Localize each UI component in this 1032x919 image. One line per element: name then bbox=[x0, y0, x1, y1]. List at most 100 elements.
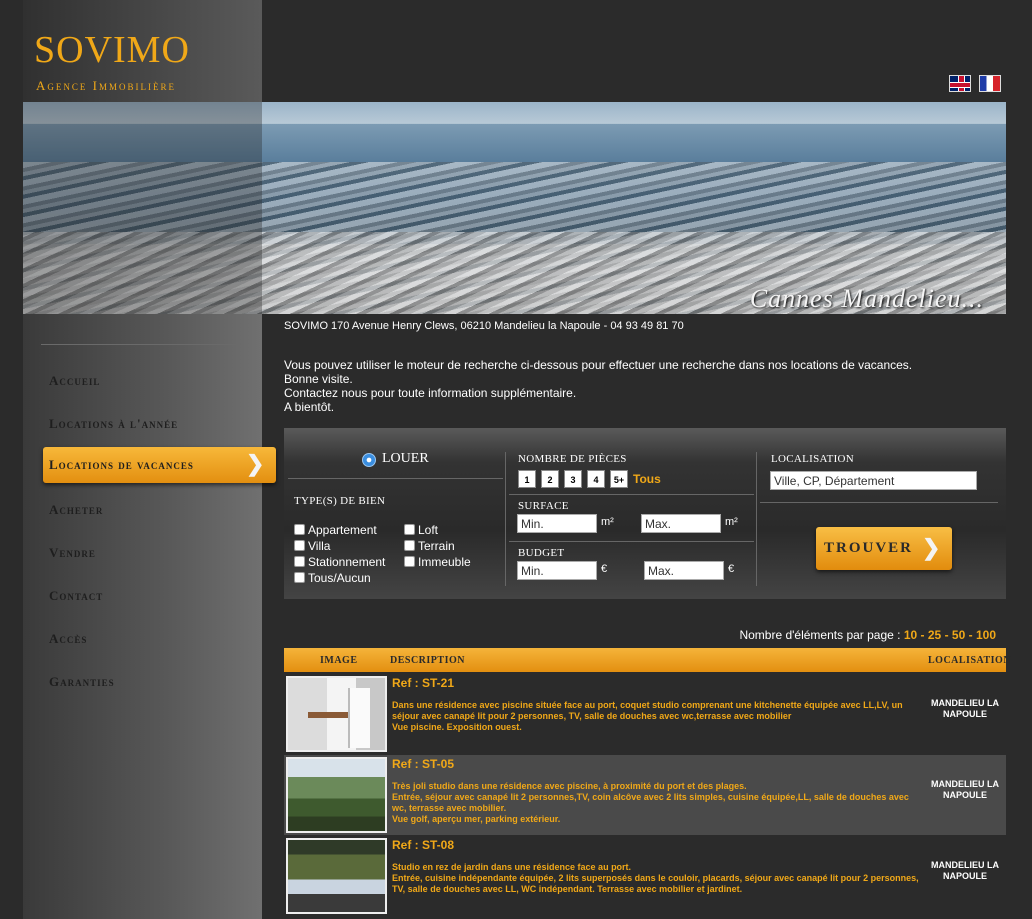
surface-title: SURFACE bbox=[518, 500, 569, 512]
logo[interactable]: SOVIMO Agence Immobilière bbox=[23, 0, 262, 102]
checkbox-label: Tous/Aucun bbox=[308, 571, 371, 585]
checkbox-label: Appartement bbox=[308, 523, 377, 537]
checkbox[interactable] bbox=[294, 540, 305, 551]
listing-description: Studio en rez de jardin dans une résiden… bbox=[392, 862, 919, 894]
divider bbox=[760, 502, 998, 503]
nav-item-locations-annee[interactable]: Locations à l'année bbox=[49, 416, 178, 432]
rooms-3-button[interactable]: 3 bbox=[564, 470, 582, 488]
listing-description: Dans une résidence avec piscine située f… bbox=[392, 700, 903, 732]
rooms-title: NOMBRE DE PIÈCES bbox=[518, 453, 627, 465]
french-flag-icon[interactable] bbox=[979, 75, 1001, 92]
column-divider bbox=[505, 452, 506, 586]
divider bbox=[509, 494, 754, 495]
type-tous-checkbox[interactable]: Tous/Aucun bbox=[294, 571, 371, 585]
rooms-all-link[interactable]: Tous bbox=[633, 472, 661, 486]
table-row[interactable]: Ref : ST-08 Studio en rez de jardin dans… bbox=[284, 836, 1006, 916]
budget-title: BUDGET bbox=[518, 547, 565, 559]
table-row[interactable]: Ref : ST-05 Très joli studio dans une ré… bbox=[284, 755, 1006, 835]
table-row[interactable]: Ref : ST-21 Dans une résidence avec pisc… bbox=[284, 674, 1006, 754]
listing-ref[interactable]: Ref : ST-05 bbox=[392, 757, 454, 771]
banner-shade bbox=[23, 102, 262, 314]
budget-min-input[interactable]: Min. bbox=[517, 561, 597, 580]
brand-tagline: Agence Immobilière bbox=[36, 78, 176, 93]
english-flag-icon[interactable] bbox=[949, 75, 971, 92]
checkbox[interactable] bbox=[294, 572, 305, 583]
agency-address: SOVIMO 170 Avenue Henry Clews, 06210 Man… bbox=[284, 320, 684, 332]
checkbox-label: Loft bbox=[418, 523, 439, 537]
divider bbox=[509, 541, 754, 542]
listing-ref[interactable]: Ref : ST-08 bbox=[392, 838, 454, 852]
checkbox-label: Immeuble bbox=[418, 555, 471, 569]
type-villa-checkbox[interactable]: Villa bbox=[294, 539, 330, 553]
column-divider bbox=[756, 452, 757, 586]
surface-unit: m² bbox=[601, 516, 614, 528]
type-immeuble-checkbox[interactable]: Immeuble bbox=[404, 555, 471, 569]
checkbox[interactable] bbox=[294, 556, 305, 567]
listing-thumbnail[interactable] bbox=[286, 676, 387, 752]
listing-thumbnail[interactable] bbox=[286, 757, 387, 833]
listing-location: MANDELIEU LA NAPOULE bbox=[931, 698, 999, 719]
intro-line: Bonne visite. bbox=[284, 372, 353, 386]
nav-item-acheter[interactable]: Acheter bbox=[49, 502, 103, 518]
listing-thumbnail[interactable] bbox=[286, 838, 387, 914]
items-per-page-label: Nombre d'éléments par page : bbox=[739, 628, 901, 642]
listing-location: MANDELIEU LA NAPOULE bbox=[931, 860, 999, 881]
nav-item-acces[interactable]: Accès bbox=[49, 631, 87, 647]
rooms-1-button[interactable]: 1 bbox=[518, 470, 536, 488]
rooms-2-button[interactable]: 2 bbox=[541, 470, 559, 488]
checkbox[interactable] bbox=[404, 524, 415, 535]
checkbox-label: Stationnement bbox=[308, 555, 386, 569]
nav-item-label: Locations de vacances bbox=[49, 457, 194, 472]
header-image: IMAGE bbox=[320, 655, 358, 666]
per-page-10[interactable]: 10 bbox=[904, 628, 917, 642]
search-button[interactable]: TROUVER ❯ bbox=[816, 527, 952, 570]
nav-item-contact[interactable]: Contact bbox=[49, 588, 103, 604]
listing-description: Très joli studio dans une résidence avec… bbox=[392, 781, 909, 824]
types-title: TYPE(S) DE BIEN bbox=[294, 495, 386, 507]
type-terrain-checkbox[interactable]: Terrain bbox=[404, 539, 455, 553]
sidebar-divider bbox=[41, 344, 241, 345]
type-stationnement-checkbox[interactable]: Stationnement bbox=[294, 555, 385, 569]
per-page-100[interactable]: 100 bbox=[976, 628, 996, 642]
nav-item-locations-vacances[interactable]: Locations de vacances ❯ bbox=[43, 447, 276, 483]
type-appartement-checkbox[interactable]: Appartement bbox=[294, 523, 377, 537]
surface-min-input[interactable]: Min. bbox=[517, 514, 597, 533]
budget-unit: € bbox=[728, 563, 735, 575]
location-title: LOCALISATION bbox=[771, 453, 855, 465]
separator: - bbox=[944, 628, 949, 642]
search-button-label: TROUVER bbox=[824, 540, 914, 556]
rooms-5plus-button[interactable]: 5+ bbox=[610, 470, 628, 488]
header-description: DESCRIPTION bbox=[390, 655, 465, 666]
nav-item-accueil[interactable]: Accueil bbox=[49, 373, 100, 389]
checkbox-label: Villa bbox=[308, 539, 331, 553]
separator: - bbox=[968, 628, 973, 642]
listing-ref[interactable]: Ref : ST-21 bbox=[392, 676, 454, 690]
budget-max-input[interactable]: Max. bbox=[644, 561, 724, 580]
per-page-50[interactable]: 50 bbox=[952, 628, 965, 642]
budget-unit: € bbox=[601, 563, 608, 575]
listing-table-header: IMAGE DESCRIPTION LOCALISATION bbox=[284, 648, 1011, 672]
listing-location: MANDELIEU LA NAPOULE bbox=[931, 779, 999, 800]
items-per-page: Nombre d'éléments par page : 10 - 25 - 5… bbox=[739, 628, 996, 642]
chevron-right-icon: ❯ bbox=[922, 535, 941, 560]
checkbox[interactable] bbox=[404, 556, 415, 567]
nav-item-vendre[interactable]: Vendre bbox=[49, 545, 96, 561]
nav-item-garanties[interactable]: Garanties bbox=[49, 674, 115, 690]
intro-line: Vous pouvez utiliser le moteur de recher… bbox=[284, 358, 913, 372]
louer-label: LOUER bbox=[382, 451, 429, 466]
checkbox[interactable] bbox=[294, 524, 305, 535]
location-input[interactable]: Ville, CP, Département bbox=[770, 471, 977, 490]
checkbox[interactable] bbox=[404, 540, 415, 551]
checkbox-label: Terrain bbox=[418, 539, 455, 553]
search-panel: LOUER TYPE(S) DE BIEN Appartement Villa … bbox=[284, 428, 1006, 599]
banner-caption: Cannes Mandelieu... bbox=[749, 284, 984, 313]
per-page-25[interactable]: 25 bbox=[928, 628, 941, 642]
brand-name: SOVIMO bbox=[34, 29, 190, 71]
louer-radio[interactable] bbox=[362, 453, 376, 467]
rooms-4-button[interactable]: 4 bbox=[587, 470, 605, 488]
chevron-right-icon: ❯ bbox=[246, 451, 265, 476]
surface-max-input[interactable]: Max. bbox=[641, 514, 721, 533]
header-location: LOCALISATION bbox=[928, 655, 1012, 666]
intro-text: Vous pouvez utiliser le moteur de recher… bbox=[284, 358, 912, 414]
type-loft-checkbox[interactable]: Loft bbox=[404, 523, 438, 537]
